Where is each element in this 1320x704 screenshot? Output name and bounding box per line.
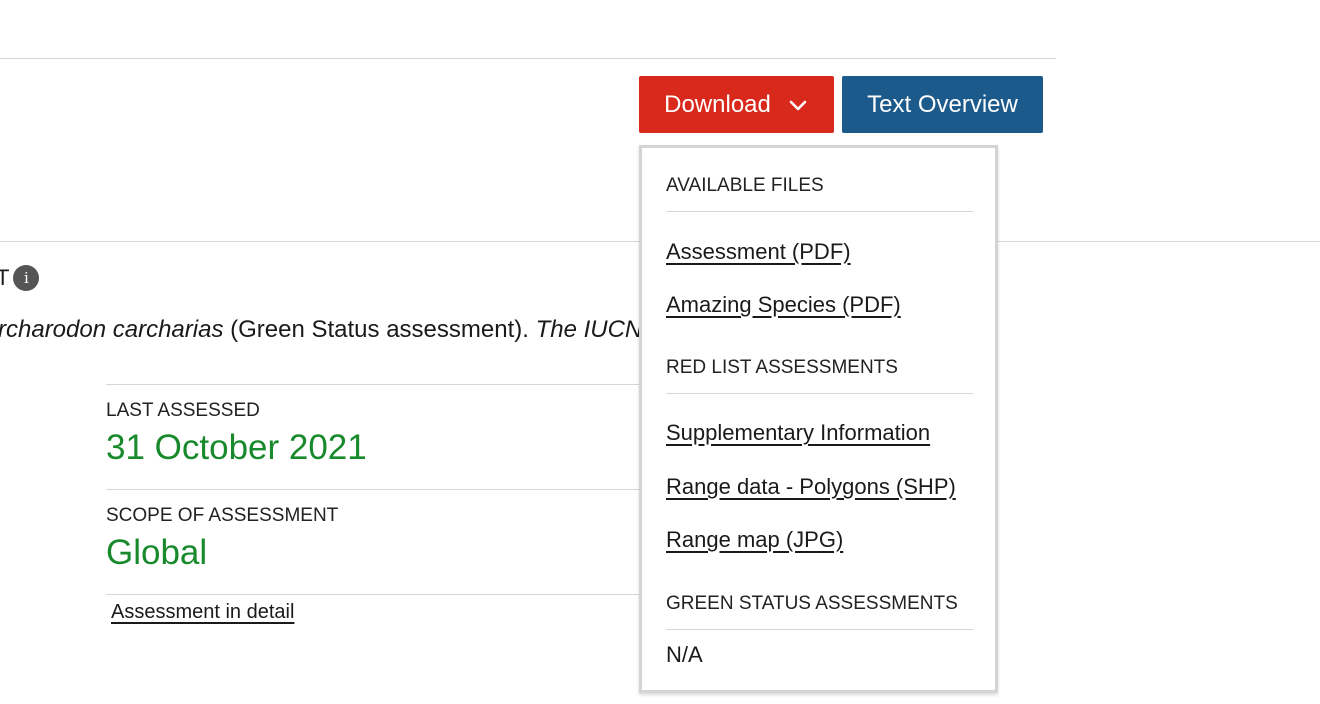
dropdown-item-amazing-species-pdf[interactable]: Amazing Species (PDF)	[666, 292, 901, 318]
dropdown-green-status-value: N/A	[666, 642, 703, 667]
detail-block	[106, 594, 640, 595]
dropdown-heading-red-list: RED LIST ASSESSMENTS	[666, 357, 973, 394]
citation-species: rcharodon carcharias	[0, 316, 224, 343]
scope-value: Global	[106, 533, 208, 572]
dropdown-heading-green-status: GREEN STATUS ASSESSMENTS	[666, 593, 973, 630]
scope-block: SCOPE OF ASSESSMENT Global	[106, 489, 640, 573]
dropdown-item-assessment-pdf[interactable]: Assessment (PDF)	[666, 239, 851, 265]
download-button-label: Download	[664, 90, 771, 118]
citation-text: rcharodon carcharias (Green Status asses…	[0, 316, 640, 344]
dropdown-heading-available-files: AVAILABLE FILES	[666, 175, 973, 212]
dropdown-item-range-map-jpg[interactable]: Range map (JPG)	[666, 527, 843, 553]
download-dropdown: AVAILABLE FILES Assessment (PDF) Amazing…	[639, 145, 998, 693]
assessment-detail-link[interactable]: Assessment in detail	[111, 601, 294, 624]
top-divider	[0, 58, 1056, 59]
text-overview-label: Text Overview	[867, 90, 1018, 118]
citation-heading-text: T	[0, 265, 10, 290]
last-assessed-block: LAST ASSESSED 31 October 2021	[106, 384, 640, 468]
last-assessed-label: LAST ASSESSED	[106, 400, 260, 421]
download-button[interactable]: Download	[639, 76, 834, 133]
scope-label: SCOPE OF ASSESSMENT	[106, 505, 339, 526]
citation-journal: The IUCN	[535, 316, 640, 343]
dropdown-item-supplementary-information[interactable]: Supplementary Information	[666, 420, 930, 446]
chevron-down-icon	[789, 100, 807, 110]
text-overview-button[interactable]: Text Overview	[842, 76, 1043, 133]
citation-status: (Green Status assessment).	[223, 316, 536, 343]
dropdown-item-range-data-shp[interactable]: Range data - Polygons (SHP)	[666, 474, 956, 500]
citation-heading: T i	[0, 265, 40, 291]
info-icon[interactable]: i	[13, 265, 40, 291]
last-assessed-value: 31 October 2021	[106, 428, 367, 467]
